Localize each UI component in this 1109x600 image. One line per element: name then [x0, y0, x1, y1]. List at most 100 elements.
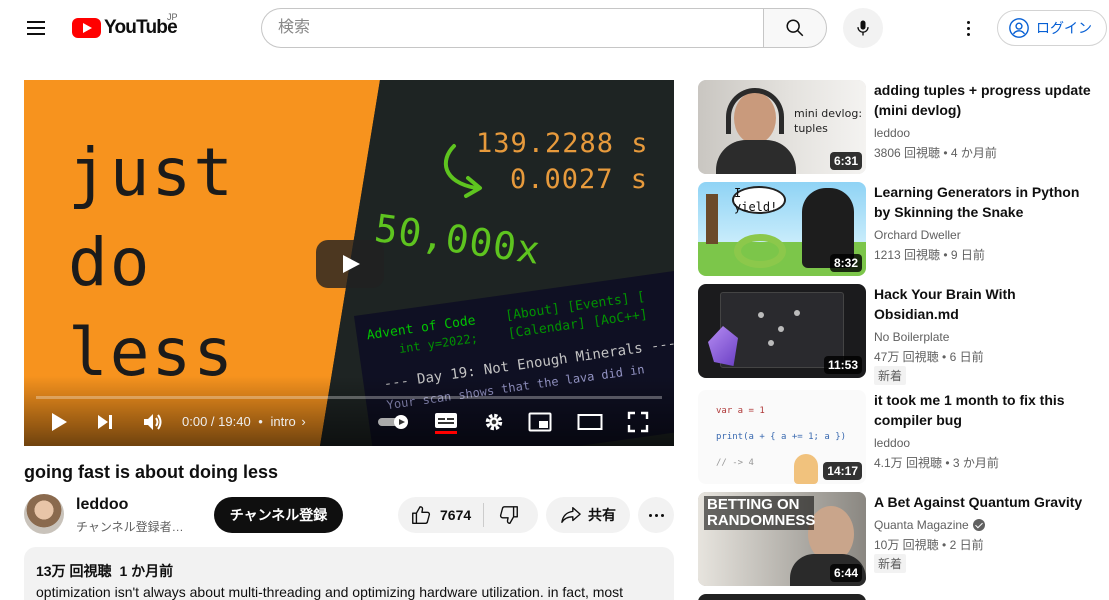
video-duration: 14:17 [823, 462, 862, 480]
new-badge: 新着 [874, 554, 907, 573]
video-duration: 6:44 [829, 564, 862, 582]
recommendation-title: Hack Your Brain With Obsidian.md [874, 286, 1016, 322]
chevron-right-icon: › [301, 414, 306, 429]
volume-icon [144, 414, 162, 430]
autoplay-toggle[interactable] [376, 406, 414, 438]
recommendation-meta: 10万 回視聴2 日前 [874, 536, 984, 553]
dislike-button[interactable] [484, 497, 534, 533]
recommendation-item[interactable]: mini devlog: tuples 6:31 adding tuples +… [698, 80, 1098, 174]
thumbs-up-icon [412, 506, 431, 524]
video-thumbnail: 11:53 [698, 284, 866, 378]
login-label: ログイン [1036, 20, 1092, 36]
recommendation-item[interactable]: BETTING ON RANDOMNESS 6:44 A Bet Against… [698, 492, 1098, 586]
code-line: print(a + { a += 1; a }) [716, 432, 847, 442]
recommendation-item[interactable]: I yield! 8:32 Learning Generators in Pyt… [698, 182, 1098, 276]
recommendation-channel: No Boilerplate [874, 330, 949, 344]
recommendation-item[interactable]: 11:53 Hack Your Brain With Obsidian.md N… [698, 284, 1098, 385]
graph-node [768, 340, 774, 346]
channel-avatar[interactable] [24, 494, 64, 534]
recommendation-channel: Orchard Dweller [874, 228, 961, 242]
autoplay-toggle-icon [378, 415, 408, 429]
video-thumbnail: BETTING ON RANDOMNESS 6:44 [698, 492, 866, 586]
progress-bar[interactable] [36, 396, 662, 399]
miniplayer-icon [528, 412, 552, 432]
upload-age: 9 日前 [940, 248, 985, 262]
view-count: 3806 回視聴 [874, 146, 941, 160]
login-button[interactable]: ログイン [997, 10, 1107, 46]
time-before: 139.2288 s [476, 128, 649, 159]
code-line: var a = 1 [716, 406, 765, 416]
snake-drawing [734, 234, 786, 268]
fullscreen-button[interactable] [622, 406, 654, 438]
thumbnail-caption: mini devlog: tuples [794, 107, 863, 135]
graph-node [778, 326, 784, 332]
recommendation-channel: Quanta Magazine [874, 518, 985, 532]
time-display: 0:00 / 19:40 • intro › [182, 414, 306, 429]
tree-trunk [706, 194, 718, 244]
subtitles-button[interactable] [430, 406, 462, 438]
person-shirt [716, 140, 796, 174]
recommendation-meta: 4.1万 回視聴3 か月前 [874, 454, 999, 471]
video-thumbnail: I yield! 8:32 [698, 182, 866, 276]
next-icon [98, 415, 112, 429]
like-button[interactable]: 7674 [398, 497, 483, 533]
upload-age: 3 か月前 [942, 456, 999, 470]
recommendation-channel: leddoo [874, 126, 910, 140]
chapter-button[interactable]: intro [270, 414, 295, 429]
channel-name: Orchard Dweller [874, 228, 961, 242]
view-count: 47万 回視聴 [874, 350, 939, 364]
large-play-button[interactable] [316, 240, 384, 288]
menu-icon[interactable] [16, 12, 56, 44]
recommendation-meta: 3806 回視聴4 か月前 [874, 144, 997, 161]
time-text: 0:00 / 19:40 [182, 414, 251, 429]
play-button[interactable] [44, 406, 74, 438]
code-line: // -> 4 [716, 458, 754, 468]
search-button[interactable] [763, 8, 827, 48]
more-actions-button[interactable] [638, 497, 674, 533]
next-button[interactable] [90, 406, 120, 438]
video-player[interactable]: just do less 139.2288 s 0.0027 s 50,000x… [24, 80, 674, 446]
voice-search-button[interactable] [843, 8, 883, 48]
video-duration: 11:53 [823, 356, 862, 374]
description-text: optimization isn't always about multi-th… [36, 584, 624, 600]
theater-mode-button[interactable] [574, 406, 606, 438]
recommendation-meta: 47万 回視聴6 日前 [874, 348, 984, 365]
share-icon [561, 507, 581, 523]
fullscreen-icon [627, 411, 649, 433]
recommendation-meta: 1213 回視聴9 日前 [874, 246, 985, 263]
verified-icon [972, 519, 985, 531]
video-title: going fast is about doing less [24, 462, 279, 482]
recommendation-thumbnail-partial[interactable] [698, 594, 866, 600]
view-count: 10万 回視聴 [874, 538, 939, 552]
subscribe-button[interactable]: チャンネル登録 [214, 497, 343, 533]
settings-button[interactable] [478, 406, 510, 438]
share-button[interactable]: 共有 [546, 497, 630, 533]
subtitles-icon [435, 413, 457, 434]
recommendation-title: adding tuples + progress update (mini de… [874, 82, 1091, 118]
video-duration: 6:31 [829, 152, 862, 170]
recommendation-title: A Bet Against Quantum Gravity [874, 494, 1083, 510]
thumbnail-word: do [68, 224, 152, 301]
speech-bubble: I yield! [732, 186, 786, 214]
settings-menu-button[interactable] [952, 12, 984, 44]
recommendation-title: Learning Generators in Python by Skinnin… [874, 184, 1080, 220]
channel-name[interactable]: leddoo [76, 496, 128, 514]
recommendation-item[interactable]: var a = 1 print(a + { a += 1; a }) // ->… [698, 390, 1098, 484]
view-count: 13万 回視聴 [36, 563, 112, 579]
upload-age: 4 か月前 [940, 146, 997, 160]
youtube-logo[interactable]: YouTube [72, 17, 178, 39]
country-code: JP [167, 12, 178, 22]
description-box[interactable]: 13万 回視聴 1 か月前 optimization isn't always a… [24, 547, 674, 600]
account-icon [1009, 18, 1029, 38]
view-count: 4.1万 回視聴 [874, 456, 943, 470]
channel-name: leddoo [874, 436, 911, 450]
search-input[interactable] [261, 8, 763, 48]
search-icon [786, 19, 804, 37]
channel-name: Quanta Magazine [874, 518, 969, 532]
chapter-separator: • [258, 414, 263, 429]
youtube-play-icon [72, 18, 101, 38]
search-bar [261, 8, 827, 48]
volume-button[interactable] [136, 406, 170, 438]
subscriber-count: チャンネル登録者… [76, 520, 184, 534]
miniplayer-button[interactable] [524, 406, 556, 438]
